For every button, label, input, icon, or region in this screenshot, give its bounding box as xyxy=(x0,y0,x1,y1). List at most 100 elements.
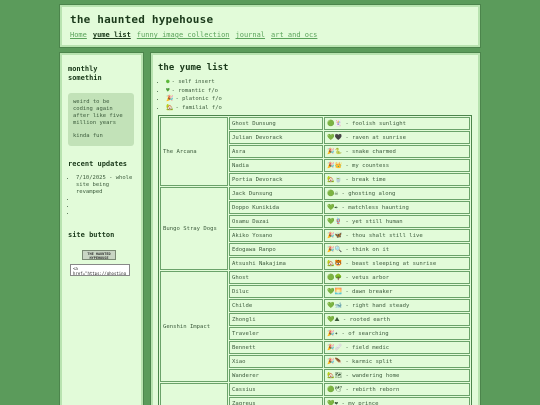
description-text: - raven at sunrise xyxy=(341,135,406,141)
green-heart-icon: ♥ xyxy=(166,86,170,94)
description-cell: 💚⛰ - rooted earth xyxy=(324,313,470,326)
site-button-code-textbox[interactable]: <a href="https://ghosting xyxy=(70,264,130,276)
character-name-cell: Julian Devorack xyxy=(229,131,323,144)
relationship-icons: 🎉🦋 xyxy=(327,232,342,239)
description-cell: 💚🐋 - right hand steady xyxy=(324,299,470,312)
table-row: The Arcana Ghost Dunsung 🟢🃏 - foolish sunl… xyxy=(160,117,470,186)
update-item xyxy=(76,196,135,203)
character-name-cell: Zagreus xyxy=(229,397,323,405)
description-cell: 🎉✦ - of searching xyxy=(324,327,470,340)
character-name-cell: Nadia xyxy=(229,159,323,172)
legend-list: ●- self insert♥- romantic f/o🎉- platonic… xyxy=(158,78,473,112)
character-name-cell: Akiko Yosano xyxy=(229,229,323,242)
description-text: - right hand steady xyxy=(341,303,410,309)
description-text: - think on it xyxy=(341,247,390,253)
nav-link-yume-list[interactable]: yume list xyxy=(93,31,131,39)
description-cell: 🟢☠ - ghosting along xyxy=(324,187,470,200)
relationship-icons: 💚✒ xyxy=(327,204,339,211)
sidebar: monthly somethin weird to be coding agai… xyxy=(59,52,144,405)
description-cell: 🎉👑 - my countess xyxy=(324,159,470,172)
relationship-icons: 🎉✦ xyxy=(327,330,339,337)
legend-label: - familial f/o xyxy=(175,104,222,111)
house-icon: 🏡 xyxy=(166,103,174,111)
character-name-cell: Edogawa Ranpo xyxy=(229,243,323,256)
updates-heading: recent updates xyxy=(68,160,128,168)
character-name-cell: Ghost xyxy=(229,271,323,284)
description-cell: 🟢🃏 - foolish sunlight xyxy=(324,117,470,130)
update-item: 7/10/2025 - whole site being revamped xyxy=(76,175,135,196)
fandom-cell xyxy=(160,383,228,405)
description-text: - foolish sunlight xyxy=(341,121,406,127)
description-text: - snake charmed xyxy=(341,149,396,155)
character-name-cell: Xiao xyxy=(229,355,323,368)
relationship-icons: 🏡🍵 xyxy=(327,176,342,183)
description-cell: 🏡🍵 - break time xyxy=(324,173,470,186)
nav-link-funny-image-collection[interactable]: funny image collection xyxy=(137,31,230,39)
relationship-icons: 💚🖤 xyxy=(327,134,342,141)
description-text: - wandering home xyxy=(342,373,400,379)
relationship-icons: 🎉🪶 xyxy=(327,358,342,365)
green-circle-icon: ● xyxy=(166,78,170,85)
table-row: Genshin Impact Ghost 🟢🌳 - vetus arbor xyxy=(160,271,470,382)
description-cell: 🏡🐯 - beast sleeping at sunrise xyxy=(324,257,470,270)
description-cell: 💚🌅 - dawn breaker xyxy=(324,285,470,298)
update-item xyxy=(76,210,135,217)
legend-item: 🏡- familial f/o xyxy=(166,104,473,113)
relationship-icons: 🟢🃏 xyxy=(327,120,342,127)
character-name-cell: Osamu Dazai xyxy=(229,215,323,228)
monthly-heading: monthly somethin xyxy=(68,65,102,82)
character-name-cell: Doppo Kunikida xyxy=(229,201,323,214)
table-row: Bungo Stray Dogs Jack Dunsung 🟢☠ - ghostin… xyxy=(160,187,470,270)
fandom-cell: Genshin Impact xyxy=(160,271,228,382)
description-cell: 🟢🕊 - rebirth reborn xyxy=(324,383,470,396)
description-text: - field medic xyxy=(341,345,390,351)
site-button-image[interactable]: THE HAUNTED HYPEHOUSE xyxy=(82,250,116,260)
description-text: - my prince xyxy=(338,401,379,405)
legend-label: - self insert xyxy=(171,79,215,85)
description-cell: 🎉🦋 - thou shalt still live xyxy=(324,229,470,242)
description-cell: 💚❤ - my prince xyxy=(324,397,470,405)
description-cell: 🎉🪶 - karmic split xyxy=(324,355,470,368)
relationship-icons: 🏡🗺 xyxy=(327,372,343,379)
relationship-icons: 🎉🐍 xyxy=(327,148,342,155)
relationship-icons: 🎉🩹 xyxy=(327,344,342,351)
description-cell: 🟢🌳 - vetus arbor xyxy=(324,271,470,284)
nav-link-home[interactable]: Home xyxy=(70,31,87,39)
main-content: the yume list ●- self insert♥- romantic … xyxy=(150,52,481,405)
character-name-cell: Asra xyxy=(229,145,323,158)
nav-link-journal[interactable]: journal xyxy=(236,31,266,39)
fandom-cell: Bungo Stray Dogs xyxy=(160,187,228,270)
legend-item: ●- self insert xyxy=(166,78,473,87)
relationship-icons: 🎉🔍 xyxy=(327,246,342,253)
description-text: - my countess xyxy=(341,163,390,169)
character-name-cell: Childe xyxy=(229,299,323,312)
legend-label: - romantic f/o xyxy=(171,87,218,94)
character-name-cell: Atsushi Nakajima xyxy=(229,257,323,270)
main-nav: Home yume list funny image collection journ… xyxy=(70,31,470,39)
fandom-cell: The Arcana xyxy=(160,117,228,186)
description-cell: 🎉🩹 - field medic xyxy=(324,341,470,354)
relationship-icons: 🎉👑 xyxy=(327,162,342,169)
description-text: - vetus arbor xyxy=(341,275,390,281)
character-name-cell: Diluc xyxy=(229,285,323,298)
relationship-icons: 💚❤ xyxy=(327,400,339,405)
relationship-icons: 🟢☠ xyxy=(327,190,339,197)
description-cell: 🎉🐍 - snake charmed xyxy=(324,145,470,158)
description-text: - of searching xyxy=(338,331,389,337)
description-cell: 🏡🗺 - wandering home xyxy=(324,369,470,382)
nav-link-art-and-ocs[interactable]: art and ocs xyxy=(271,31,317,39)
legend-item: 🎉- platonic f/o xyxy=(166,95,473,104)
description-text: - ghosting along xyxy=(338,191,396,197)
relationship-icons: 💚🪢 xyxy=(327,218,342,225)
description-text: - rebirth reborn xyxy=(342,387,400,393)
description-text: - rooted earth xyxy=(339,316,391,323)
description-text: - dawn breaker xyxy=(341,289,393,295)
character-name-cell: Bennett xyxy=(229,341,323,354)
description-cell: 🎉🔍 - think on it xyxy=(324,243,470,256)
monthly-text: weird to be coding again after like five… xyxy=(73,99,123,126)
relationship-icons: 🟢🕊 xyxy=(327,386,343,393)
description-text: - yet still human xyxy=(341,219,403,225)
description-text: - matchless haunting xyxy=(338,205,409,211)
character-name-cell: Portia Devorack xyxy=(229,173,323,186)
description-cell: 💚🖤 - raven at sunrise xyxy=(324,131,470,144)
